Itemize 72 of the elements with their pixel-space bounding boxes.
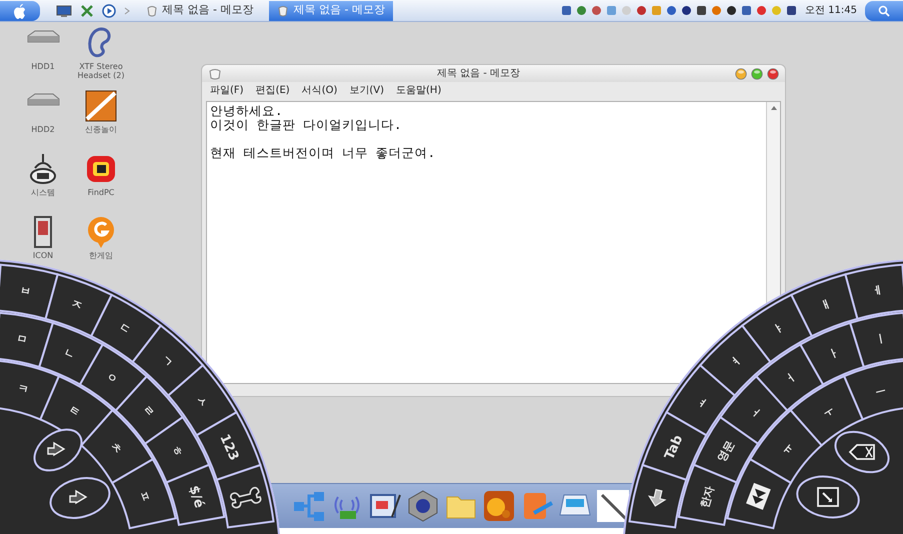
dial-key[interactable]: $/é	[166, 464, 226, 526]
icon-label: XTF Stereo Headset (2)	[76, 62, 126, 80]
tray-icon[interactable]	[726, 5, 737, 16]
dial-key[interactable]: Tab	[642, 411, 708, 481]
dial-key[interactable]: ㅂ	[0, 264, 59, 320]
play-circle-icon[interactable]	[102, 4, 116, 18]
dial-key[interactable]: ㅐ	[790, 273, 858, 338]
dial-key[interactable]: ㅔ	[844, 264, 903, 320]
apple-icon	[13, 3, 27, 19]
menu-item[interactable]: 도움말(H)	[396, 83, 442, 98]
monitor-icon[interactable]	[56, 4, 72, 18]
dial-key[interactable]: ㄱ	[132, 324, 204, 396]
dial-key[interactable]: ㅋ	[0, 360, 60, 420]
notepad-icon	[277, 4, 290, 16]
shift-arrow-icon	[69, 490, 88, 504]
menu-item[interactable]: 편집(E)	[256, 83, 290, 98]
dial-key[interactable]: ㅣ	[849, 312, 903, 368]
enter-icon	[817, 487, 839, 507]
tray-icon[interactable]	[786, 5, 797, 16]
dial-key[interactable]: ㅁ	[0, 312, 54, 368]
icon-label: 신종놀이	[85, 125, 117, 134]
dial-key[interactable]: 영문	[693, 416, 759, 484]
notepad-icon	[146, 4, 158, 16]
search-icon	[878, 4, 890, 16]
dial-key[interactable]	[50, 477, 110, 519]
game-icon[interactable]	[83, 89, 119, 123]
music-icon[interactable]	[482, 489, 516, 523]
tray-icon[interactable]	[696, 5, 707, 16]
dial-key[interactable]: 123	[196, 411, 262, 481]
menu-item[interactable]: 파일(F)	[210, 83, 244, 98]
dial-key[interactable]: ㅎ	[144, 416, 210, 484]
dial-key[interactable]: ㅍ	[111, 458, 177, 530]
tray-icon[interactable]	[681, 5, 692, 16]
zoom-button[interactable]	[751, 68, 763, 80]
close-button[interactable]	[767, 68, 779, 80]
dial-key[interactable]: ㅛ	[666, 364, 736, 436]
clock: 오전 11:45	[805, 4, 857, 18]
dial-key[interactable]: ㄹ	[114, 375, 184, 445]
icon-label: ICON	[32, 251, 54, 260]
dial-key[interactable]: ㅈ	[44, 273, 113, 338]
notepad-icon	[208, 68, 222, 80]
apple-menu-button[interactable]	[0, 1, 40, 21]
icon-label: 한게임	[89, 251, 113, 260]
text-paragraph: 안녕하세요. 이것이 한글판 다이얼키입니다.	[210, 104, 403, 132]
wrench-icon	[230, 486, 262, 508]
dial-key[interactable]: ㅏ	[799, 322, 865, 386]
dial-key[interactable]	[796, 476, 860, 518]
menu-item[interactable]: 서식(O)	[302, 83, 338, 98]
icon-label: FindPC	[88, 188, 114, 198]
icon-label: HDD1	[31, 62, 55, 72]
up-arrow-icon[interactable]	[770, 105, 778, 111]
window-title: 제목 없음 - 메모장	[436, 67, 522, 81]
backspace-icon	[848, 444, 875, 460]
dial-key[interactable]: ㄴ	[38, 322, 104, 386]
dial-key[interactable]: ㅑ	[741, 294, 813, 363]
dial-key[interactable]: 한자	[678, 464, 738, 526]
dial-key[interactable]	[834, 430, 890, 474]
dial-key[interactable]: ㄷ	[90, 294, 162, 363]
taskbar-button[interactable]: 제목 없음 - 메모장	[138, 0, 262, 20]
search-button[interactable]	[865, 0, 903, 20]
text-paragraph: 현재 테스트버전이며 너무 좋더군여.	[210, 146, 436, 160]
icon-label: HDD2	[31, 125, 55, 134]
dial-key[interactable]: ㅡ	[843, 360, 903, 420]
dial-key[interactable]	[216, 464, 274, 528]
dial-key[interactable]: ㅕ	[699, 324, 772, 396]
minimize-button[interactable]	[735, 68, 747, 80]
dial-key[interactable]	[628, 464, 688, 528]
shift-arrow-icon	[47, 442, 66, 456]
icon-label: 시스템	[31, 188, 55, 198]
dial-key[interactable]	[34, 428, 82, 472]
menu-item[interactable]: 보기(V)	[349, 83, 384, 98]
chevron-icon	[124, 6, 130, 14]
